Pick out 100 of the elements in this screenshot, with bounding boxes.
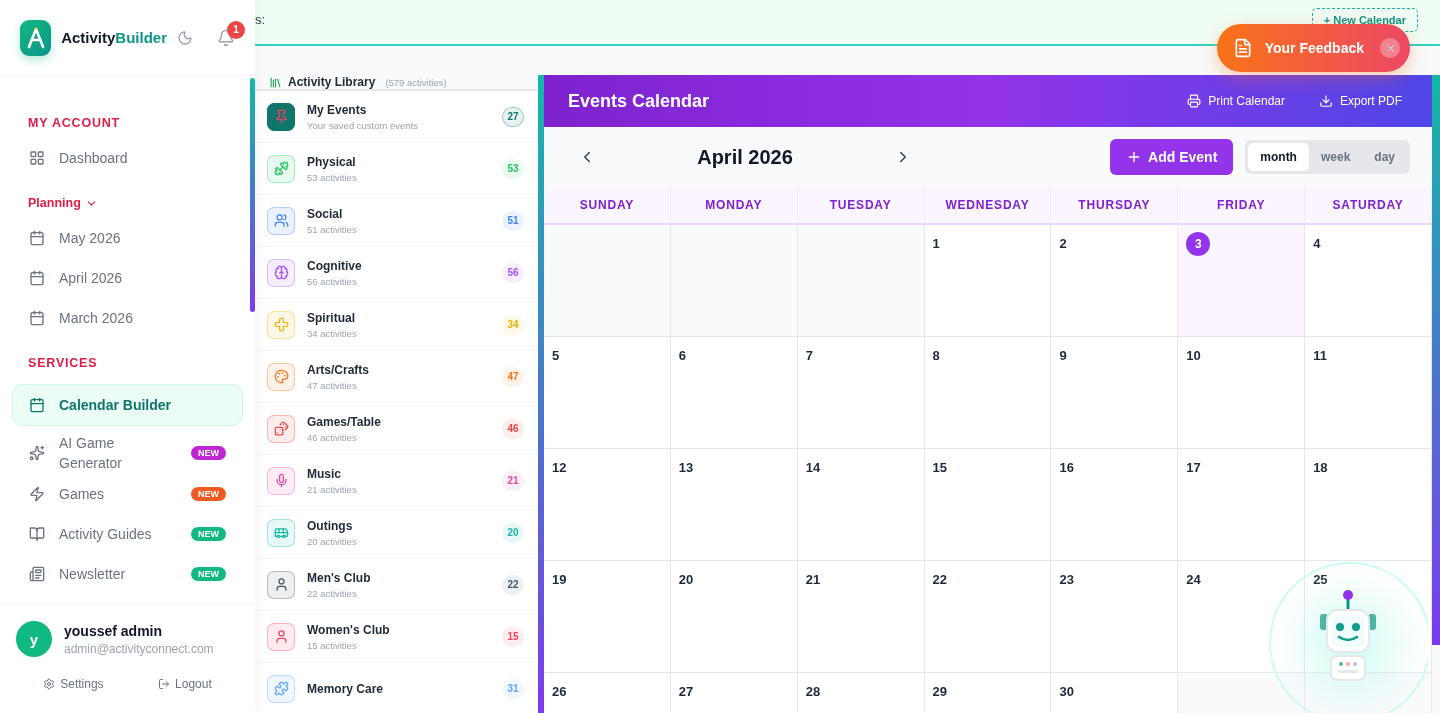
day-cell[interactable]: 19 bbox=[544, 561, 671, 673]
category-row[interactable]: Women's Club 15 activities 15 bbox=[255, 611, 538, 663]
day-cell[interactable]: 9 bbox=[1051, 337, 1179, 449]
month-title: April 2026 bbox=[696, 145, 794, 169]
weekday-header: TUESDAY bbox=[797, 187, 925, 225]
category-row[interactable]: My Events Your saved custom events 27 bbox=[255, 91, 538, 143]
scrollbar-thumb[interactable] bbox=[250, 78, 255, 312]
day-number: 18 bbox=[1313, 460, 1328, 475]
category-subtitle: 21 activities bbox=[307, 483, 358, 495]
day-number: 1 bbox=[932, 236, 940, 251]
count-badge: 22 bbox=[502, 574, 524, 595]
day-cell[interactable]: 14 bbox=[797, 449, 925, 561]
day-cell[interactable]: 2 bbox=[1051, 225, 1179, 337]
palette-icon bbox=[267, 362, 295, 391]
day-number: 29 bbox=[932, 684, 948, 699]
export-button[interactable]: Export PDF bbox=[1313, 90, 1408, 112]
nav-item[interactable]: Dashboard bbox=[12, 138, 243, 178]
category-row[interactable]: Cognitive 56 activities 56 bbox=[255, 247, 538, 299]
day-cell[interactable]: 4 bbox=[1305, 225, 1432, 337]
day-number: 16 bbox=[1059, 460, 1074, 475]
day-cell[interactable]: 23 bbox=[1051, 561, 1179, 673]
category-row[interactable]: Social 51 activities 51 bbox=[255, 195, 538, 247]
category-row[interactable]: Music 21 activities 21 bbox=[255, 455, 538, 507]
category-row[interactable]: Men's Club 22 activities 22 bbox=[255, 559, 538, 611]
nav-item[interactable]: Activity Guides NEW bbox=[12, 514, 243, 554]
category-row[interactable]: Arts/Crafts 47 activities 47 bbox=[255, 351, 538, 403]
library-count: (579 activities) bbox=[385, 76, 447, 88]
day-cell[interactable]: 1 bbox=[924, 225, 1052, 337]
category-name: Spiritual bbox=[307, 310, 356, 325]
day-cell[interactable]: 5 bbox=[544, 337, 671, 449]
view-tab[interactable]: week bbox=[1308, 143, 1363, 171]
category-row[interactable]: Memory Care 31 bbox=[255, 663, 538, 713]
day-number: 9 bbox=[1059, 348, 1067, 363]
category-subtitle: Your saved custom events bbox=[307, 119, 420, 131]
nav-item[interactable]: AI Game Generator NEW bbox=[12, 432, 243, 474]
category-name: Music bbox=[307, 466, 342, 481]
calendar-icon bbox=[29, 310, 45, 326]
category-name: Physical bbox=[307, 154, 357, 169]
bell-icon[interactable] bbox=[217, 28, 235, 47]
day-cell[interactable]: 22 bbox=[924, 561, 1052, 673]
print-button[interactable]: Print Calendar bbox=[1181, 90, 1291, 112]
lightning-icon bbox=[29, 486, 45, 502]
day-cell[interactable]: 11 bbox=[1305, 337, 1432, 449]
category-row[interactable]: Outings 20 activities 20 bbox=[255, 507, 538, 559]
download-icon bbox=[1319, 94, 1333, 108]
nav-item[interactable]: May 2026 bbox=[12, 218, 243, 258]
weekday-header: MONDAY bbox=[670, 187, 798, 225]
day-cell[interactable]: 13 bbox=[670, 449, 798, 561]
day-cell[interactable]: 12 bbox=[544, 449, 671, 561]
scrollbar-thumb[interactable] bbox=[538, 75, 544, 713]
count-badge: 53 bbox=[502, 158, 524, 179]
category-name: Women's Club bbox=[307, 622, 391, 637]
scrollbar-thumb[interactable] bbox=[1432, 75, 1440, 645]
nav-item[interactable]: Calendar Builder bbox=[12, 384, 243, 426]
pin-icon bbox=[267, 102, 295, 131]
settings-button[interactable]: Settings bbox=[39, 675, 108, 693]
weekday-header: WEDNESDAY bbox=[924, 187, 1052, 225]
nav-item[interactable]: Newsletter NEW bbox=[12, 554, 243, 594]
view-tab[interactable]: day bbox=[1362, 143, 1407, 171]
logout-icon bbox=[158, 678, 171, 690]
calendar-icon bbox=[29, 397, 45, 413]
day-cell[interactable]: 16 bbox=[1051, 449, 1179, 561]
new-badge: NEW bbox=[191, 567, 226, 581]
category-name: Arts/Crafts bbox=[307, 362, 370, 377]
category-row[interactable]: Games/Table 46 activities 46 bbox=[255, 403, 538, 455]
day-cell[interactable]: 17 bbox=[1178, 449, 1306, 561]
category-subtitle: 56 activities bbox=[307, 275, 358, 287]
planning-group[interactable]: Planning bbox=[12, 178, 243, 218]
view-tab[interactable]: month bbox=[1248, 143, 1309, 171]
logout-button[interactable]: Logout bbox=[154, 675, 216, 693]
day-cell[interactable]: 10 bbox=[1178, 337, 1306, 449]
printer-icon bbox=[1187, 94, 1202, 108]
day-number: 20 bbox=[678, 572, 694, 587]
add-event-button[interactable]: Add Event bbox=[1110, 139, 1234, 175]
day-cell[interactable]: 20 bbox=[670, 561, 798, 673]
category-row[interactable]: Physical 53 activities 53 bbox=[255, 143, 538, 195]
day-cell[interactable]: 21 bbox=[797, 561, 925, 673]
category-row[interactable]: Spiritual 34 activities 34 bbox=[255, 299, 538, 351]
day-number: 3 bbox=[1186, 232, 1211, 256]
nav-item[interactable]: April 2026 bbox=[12, 258, 243, 298]
day-cell[interactable]: 6 bbox=[670, 337, 798, 449]
day-cell[interactable]: 15 bbox=[924, 449, 1052, 561]
day-cell[interactable]: 3 bbox=[1178, 225, 1306, 337]
calendar-title: Events Calendar bbox=[568, 90, 711, 112]
day-number: 10 bbox=[1186, 348, 1201, 363]
nav-item[interactable]: Games NEW bbox=[12, 474, 243, 514]
moon-icon[interactable] bbox=[177, 29, 193, 46]
section-heading: MY ACCOUNT bbox=[27, 115, 122, 132]
day-cell[interactable]: 8 bbox=[924, 337, 1052, 449]
day-number: 23 bbox=[1059, 572, 1074, 587]
day-number: 28 bbox=[805, 684, 821, 699]
close-icon[interactable] bbox=[1380, 38, 1400, 58]
day-number: 15 bbox=[932, 460, 948, 475]
category-subtitle: 47 activities bbox=[307, 379, 358, 391]
day-cell[interactable]: 7 bbox=[797, 337, 925, 449]
day-cell[interactable]: 18 bbox=[1305, 449, 1432, 561]
bus-icon bbox=[267, 518, 295, 547]
nav-item[interactable]: March 2026 bbox=[12, 298, 243, 338]
count-badge: 56 bbox=[502, 262, 524, 283]
weekday-header: SATURDAY bbox=[1305, 187, 1432, 225]
